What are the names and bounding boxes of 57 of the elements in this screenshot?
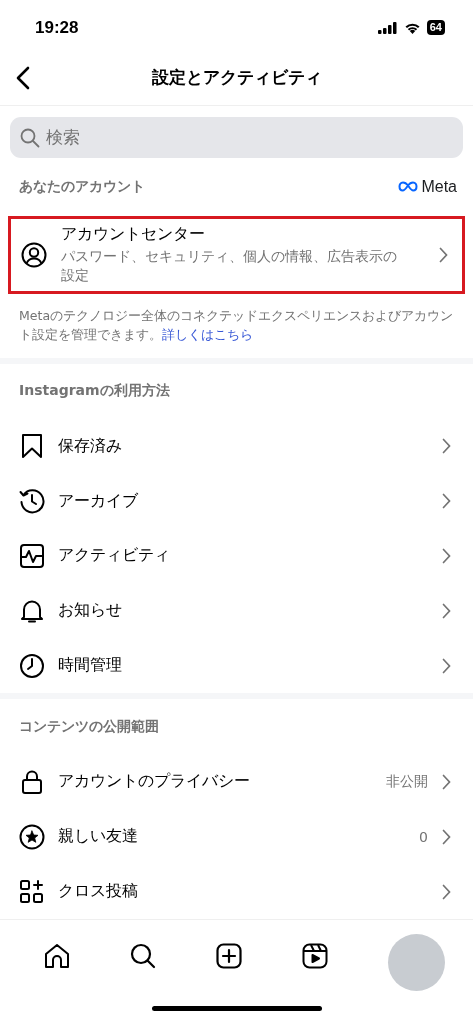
item-label: クロス投稿 (58, 881, 139, 903)
item-value: 0 (419, 828, 428, 845)
account-description: Metaのテクノロジー全体のコネクテッドエクスペリエンスおよびアカウント設定を管理できます。詳しくはこちら (19, 306, 455, 344)
item-label: 時間管理 (58, 655, 123, 677)
add-icon[interactable] (216, 943, 242, 970)
video-clip-icon[interactable] (302, 943, 328, 970)
page-title: 設定とアクティビティ (151, 65, 322, 89)
infinity-logo-icon (398, 181, 419, 193)
chevron-icon (442, 657, 451, 674)
history-icon (19, 488, 45, 515)
grid-plus-icon (19, 878, 45, 905)
chevron-icon (442, 883, 451, 900)
chevron-icon (442, 602, 451, 619)
battery-indicator: 64 (426, 20, 445, 36)
item-title: アカウントセンター (61, 224, 206, 246)
item-label: 親しい友達 (58, 826, 139, 848)
settings-item[interactable]: アカウントのプライバシー 非公開 (0, 754, 473, 810)
back-icon[interactable] (16, 65, 30, 90)
status-time: 19:28 (35, 17, 79, 38)
chevron-icon (442, 828, 451, 845)
section-title: コンテンツの公開範囲 (19, 717, 159, 736)
search-icon[interactable] (130, 943, 156, 970)
settings-item[interactable]: 親しい友達 0 (0, 809, 473, 865)
settings-item[interactable]: 保存済み (0, 418, 473, 474)
chevron-icon (442, 547, 451, 564)
lock-icon (19, 768, 45, 795)
item-label: お知らせ (58, 600, 123, 622)
home-icon[interactable] (44, 943, 70, 970)
brand-name: Meta (421, 177, 457, 196)
chevron-icon (439, 246, 448, 263)
search-field[interactable]: 検索 (10, 116, 463, 158)
item-label: アクティビティ (58, 545, 171, 567)
item-value: 非公開 (386, 772, 428, 791)
person-icon (21, 241, 47, 268)
search-icon (20, 127, 40, 148)
settings-item[interactable]: クロス投稿 (0, 864, 473, 920)
settings-item[interactable]: お知らせ (0, 583, 473, 639)
settings-item[interactable]: アクティビティ (0, 528, 473, 584)
section-title: あなたのアカウント (19, 177, 145, 196)
signal-icon (377, 21, 398, 34)
chevron-icon (442, 773, 451, 790)
wifi-icon (403, 21, 421, 34)
account-center-item[interactable]: アカウントセンター パスワード、セキュリティ、個人の情報、広告表示の設定 (8, 215, 465, 294)
settings-item[interactable]: アーカイブ (0, 473, 473, 529)
chevron-icon (442, 438, 451, 455)
chevron-icon (442, 493, 451, 510)
bookmark-icon (19, 433, 45, 460)
item-label: アーカイブ (58, 490, 139, 512)
clock-icon (19, 652, 45, 679)
item-label: 保存済み (58, 435, 123, 457)
section-title: Instagramの利用方法 (19, 382, 170, 401)
item-subtitle: パスワード、セキュリティ、個人の情報、広告表示の設定 (61, 247, 398, 286)
learn-more-link[interactable]: 詳しくはこちら (162, 326, 253, 342)
item-label: アカウントのプライバシー (58, 771, 251, 793)
activity-chart-icon (19, 542, 45, 569)
settings-item[interactable]: 時間管理 (0, 638, 473, 694)
star-circle-icon (19, 823, 45, 850)
